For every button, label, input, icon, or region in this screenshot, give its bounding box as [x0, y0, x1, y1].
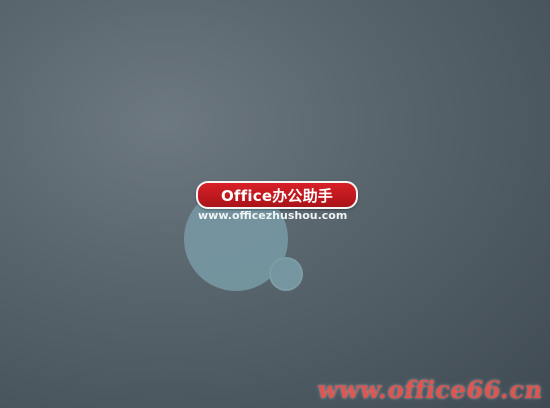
office-logo-url: www.officezhushou.com — [198, 209, 348, 222]
office-logo-title: Office办公助手 — [220, 186, 333, 205]
slide-canvas: Office办公助手 www.officezhushou.com www.off… — [0, 0, 550, 408]
small-circle-shape — [269, 257, 303, 291]
office-logo-badge: Office办公助手 — [196, 181, 358, 209]
site-watermark: www.office66.cn — [316, 375, 546, 404]
